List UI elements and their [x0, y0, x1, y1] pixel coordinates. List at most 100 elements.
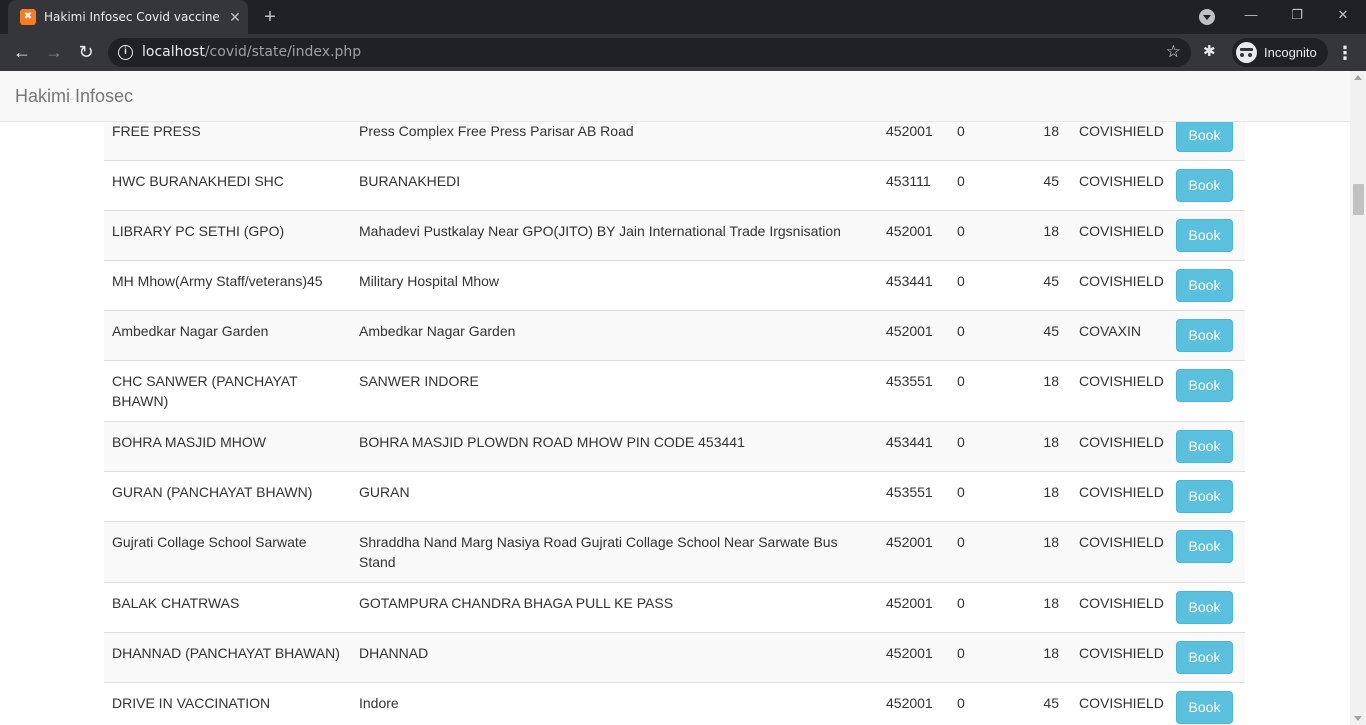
book-button[interactable]: Book [1176, 169, 1233, 202]
vaccination-centers-table: FREE PRESS Press Complex Free Press Paris… [104, 110, 1245, 725]
center-address-cell: Ambedkar Nagar Garden [351, 310, 878, 361]
book-button[interactable]: Book [1176, 480, 1233, 513]
book-cell: Book [1172, 260, 1245, 311]
address-bar[interactable]: i localhost/covid/state/index.php ☆ [108, 38, 1191, 67]
available-capacity-cell: 0 [949, 310, 1005, 361]
min-age-cell: 18 [1005, 210, 1071, 261]
book-button[interactable]: Book [1176, 430, 1233, 463]
url-host: localhost [142, 44, 205, 60]
min-age-cell: 45 [1005, 682, 1071, 725]
vaccine-cell: COVISHIELD [1071, 210, 1172, 261]
scrollbar-thumb[interactable] [1353, 184, 1364, 215]
table-row: LIBRARY PC SETHI (GPO) Mahadevi Pustkalay… [104, 210, 1245, 261]
site-info-icon[interactable]: i [118, 45, 133, 60]
book-button[interactable]: Book [1176, 691, 1233, 724]
center-address-cell: BOHRA MASJID PLOWDN ROAD MHOW PIN CODE 4… [351, 421, 878, 472]
min-age-cell: 45 [1005, 160, 1071, 211]
min-age-cell: 18 [1005, 360, 1071, 422]
center-name-cell: LIBRARY PC SETHI (GPO) [104, 210, 351, 261]
vaccine-cell: COVISHIELD [1071, 260, 1172, 311]
reload-button[interactable]: ↻ [72, 39, 100, 67]
browser-tab[interactable]: ✖ Hakimi Infosec Covid vaccine Slot ✕ [8, 0, 248, 34]
table-row: Ambedkar Nagar Garden Ambedkar Nagar Gard… [104, 310, 1245, 361]
navbar-brand[interactable]: Hakimi Infosec [15, 86, 133, 106]
book-button[interactable]: Book [1176, 269, 1233, 302]
scroll-down-arrow-icon[interactable] [1354, 716, 1362, 721]
vaccine-cell: COVISHIELD [1071, 632, 1172, 683]
center-name-cell: GURAN (PANCHAYAT BHAWN) [104, 471, 351, 522]
table-row: GURAN (PANCHAYAT BHAWN) GURAN 453551 0 18 COV… [104, 471, 1245, 522]
restore-button[interactable]: ❐ [1274, 0, 1320, 30]
new-tab-button[interactable]: + [258, 5, 282, 29]
forward-button[interactable]: → [40, 39, 68, 67]
table-row: DRIVE IN VACCINATION Indore 452001 0 45 COVIS… [104, 682, 1245, 725]
book-cell: Book [1172, 521, 1245, 583]
url-text[interactable]: localhost/covid/state/index.php [142, 44, 361, 61]
center-address-cell: Indore [351, 682, 878, 725]
book-button[interactable]: Book [1176, 219, 1233, 252]
book-cell: Book [1172, 360, 1245, 422]
pincode-cell: 452001 [878, 632, 949, 683]
book-button[interactable]: Book [1176, 591, 1233, 624]
center-name-cell: DHANNAD (PANCHAYAT BHAWAN) [104, 632, 351, 683]
incognito-profile-button[interactable]: Incognito [1232, 38, 1328, 67]
available-capacity-cell: 0 [949, 421, 1005, 472]
pincode-cell: 453441 [878, 421, 949, 472]
table-row: BALAK CHATRWAS GOTAMPURA CHANDRA BHAGA PU… [104, 582, 1245, 633]
minimize-button[interactable]: — [1228, 0, 1274, 30]
min-age-cell: 18 [1005, 521, 1071, 583]
vaccine-cell: COVAXIN [1071, 310, 1172, 361]
center-address-cell: DHANNAD [351, 632, 878, 683]
window-close-button[interactable]: ✕ [1320, 0, 1366, 30]
min-age-cell: 18 [1005, 632, 1071, 683]
center-address-cell: Mahadevi Pustkalay Near GPO(JITO) BY Jai… [351, 210, 878, 261]
center-address-cell: GURAN [351, 471, 878, 522]
page-scrollbar[interactable] [1350, 71, 1366, 725]
page-viewport: FREE PRESS Press Complex Free Press Paris… [0, 71, 1366, 725]
tab-search-icon[interactable] [1199, 9, 1215, 25]
center-name-cell: Gujrati Collage School Sarwate [104, 521, 351, 583]
table-row: BOHRA MASJID MHOW BOHRA MASJID PLOWDN ROA… [104, 421, 1245, 472]
book-cell: Book [1172, 471, 1245, 522]
browser-menu-icon[interactable]: ⋮ [1336, 39, 1354, 67]
vaccine-cell: COVISHIELD [1071, 160, 1172, 211]
center-address-cell: BURANAKHEDI [351, 160, 878, 211]
incognito-icon [1236, 42, 1257, 63]
pincode-cell: 452001 [878, 210, 949, 261]
available-capacity-cell: 0 [949, 260, 1005, 311]
available-capacity-cell: 0 [949, 210, 1005, 261]
table-row: MH Mhow(Army Staff/veterans)45 Military H… [104, 260, 1245, 311]
available-capacity-cell: 0 [949, 160, 1005, 211]
min-age-cell: 45 [1005, 260, 1071, 311]
pincode-cell: 453441 [878, 260, 949, 311]
book-cell: Book [1172, 310, 1245, 361]
vaccine-cell: COVISHIELD [1071, 521, 1172, 583]
book-cell: Book [1172, 632, 1245, 683]
pincode-cell: 453111 [878, 160, 949, 211]
vaccine-cell: COVISHIELD [1071, 682, 1172, 725]
pincode-cell: 453551 [878, 471, 949, 522]
scroll-up-arrow-icon[interactable] [1354, 75, 1362, 80]
book-button[interactable]: Book [1176, 119, 1233, 152]
pincode-cell: 453551 [878, 360, 949, 422]
available-capacity-cell: 0 [949, 582, 1005, 633]
book-cell: Book [1172, 210, 1245, 261]
book-button[interactable]: Book [1176, 369, 1233, 402]
book-cell: Book [1172, 682, 1245, 725]
bookmark-star-icon[interactable]: ☆ [1166, 42, 1181, 62]
book-button[interactable]: Book [1176, 641, 1233, 674]
tab-close-icon[interactable]: ✕ [226, 8, 244, 26]
pincode-cell: 452001 [878, 682, 949, 725]
extensions-puzzle-icon[interactable]: ✱ [1203, 42, 1216, 62]
book-button[interactable]: Book [1176, 319, 1233, 352]
book-cell: Book [1172, 421, 1245, 472]
url-path: /covid/state/index.php [204, 44, 362, 60]
book-button[interactable]: Book [1176, 530, 1233, 563]
min-age-cell: 18 [1005, 471, 1071, 522]
pincode-cell: 452001 [878, 582, 949, 633]
vaccine-cell: COVISHIELD [1071, 421, 1172, 472]
back-button[interactable]: ← [8, 39, 36, 67]
browser-tab-strip: ✖ Hakimi Infosec Covid vaccine Slot ✕ + … [0, 0, 1366, 34]
center-name-cell: CHC SANWER (PANCHAYAT BHAWN) [104, 360, 351, 422]
table-row: CHC SANWER (PANCHAYAT BHAWN) SANWER INDOR… [104, 360, 1245, 422]
